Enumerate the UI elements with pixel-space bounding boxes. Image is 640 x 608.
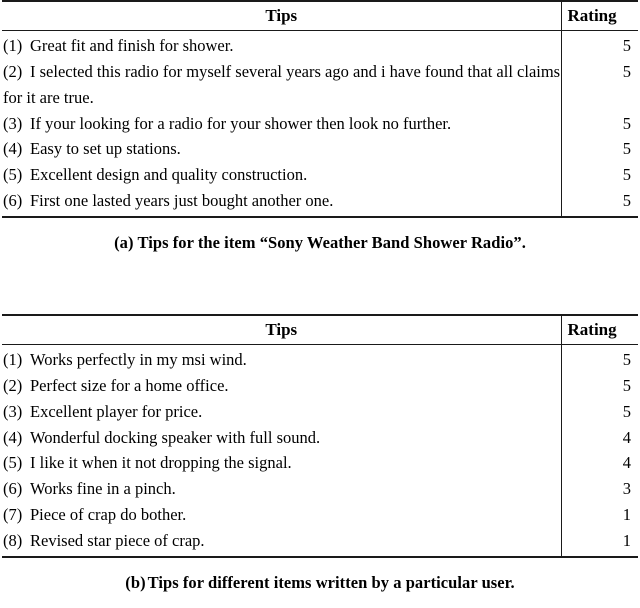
tip-text: Works fine in a pinch. [30,479,176,499]
tip-cell: (4) Wonderful docking speaker with full s… [2,425,561,451]
tip-index: (2) [3,62,23,82]
tip-text: If your looking for a radio for your sho… [30,113,452,133]
rating-cell: 5 [560,110,638,137]
table-row: (3) If your looking for a radio for your … [2,110,638,137]
tip-text: Excellent design and quality constructio… [30,165,308,185]
caption-label: (b) [125,572,146,592]
rating-cell: 3 [560,476,638,503]
tip-text: Perfect size for a home office. [30,376,229,396]
table-row: (5) I like it when it not dropping the si… [2,450,638,477]
rating-cell: 1 [560,527,638,558]
tip-index: (3) [3,401,23,421]
tips-table-a: Tips Rating (1) Great fit and finish for … [2,0,638,218]
tip-index: (5) [3,453,23,473]
tip-cell: (6) First one lasted years just bought an… [2,188,561,218]
tip-text: Excellent player for price. [30,401,203,421]
tip-text: Easy to set up stations. [30,139,181,159]
tip-text: First one lasted years just bought anoth… [30,191,334,211]
rating-cell: 5 [560,136,638,163]
tip-index: (6) [3,479,23,499]
tip-cell: (5) Excellent design and quality construc… [2,162,561,188]
tip-text: Piece of crap do bother. [30,505,187,525]
rating-cell: 5 [560,373,638,399]
tip-index: (6) [3,191,23,211]
table-header-a: Tips Rating [2,0,638,32]
tip-cell: (4) Easy to set up stations. [2,136,561,162]
tip-cell: (1) Works perfectly in my msi wind. [2,345,561,373]
tip-text: Great fit and finish for shower. [30,36,234,56]
caption-text: Tips for different items written by a pa… [147,572,515,592]
tip-cell: (5) I like it when it not dropping the si… [2,450,561,476]
tip-cell: (2) I selected this radio for myself seve… [2,59,561,111]
table-header-b: Tips Rating [2,314,638,346]
table-row: (4) Wonderful docking speaker with full s… [2,424,638,451]
column-header-rating: Rating [560,314,638,346]
figure-b: Tips Rating (1) Works perfectly in my msi… [0,314,640,593]
document-page: Tips Rating (1) Great fit and finish for … [0,0,640,608]
tip-index: (3) [3,113,23,133]
tip-text: Works perfectly in my msi wind. [30,350,247,370]
tip-index: (4) [3,427,23,447]
tip-index: (5) [3,165,23,185]
table-row: (6) Works fine in a pinch. 3 [2,476,638,503]
rating-cell: 4 [560,424,638,451]
header-row: Tips Rating [2,314,638,346]
table-row: (2) I selected this radio for myself seve… [2,59,638,111]
table-row: (7) Piece of crap do bother. 1 [2,502,638,528]
column-header-tips: Tips [2,314,561,346]
rating-cell: 5 [560,398,638,425]
tip-text: I selected this radio for myself several… [3,62,561,107]
tip-text: Revised star piece of crap. [30,530,205,550]
tip-index: (7) [3,505,23,525]
tip-text: Wonderful docking speaker with full soun… [30,427,321,447]
tip-index: (2) [3,376,23,396]
caption-label: (a) [114,232,134,252]
tip-cell: (7) Piece of crap do bother. [2,502,561,528]
tip-index: (4) [3,139,23,159]
table-body-b: (1) Works perfectly in my msi wind. 5 (2)… [2,344,638,558]
column-header-tips: Tips [2,0,561,32]
rating-cell: 5 [560,30,638,60]
table-row: (6) First one lasted years just bought an… [2,188,638,218]
tip-text: I like it when it not dropping the signa… [30,453,292,473]
table-row: (3) Excellent player for price. 5 [2,398,638,425]
tip-index: (8) [3,530,23,550]
tip-cell: (2) Perfect size for a home office. [2,373,561,399]
table-row: (1) Great fit and finish for shower. 5 [2,30,638,60]
table-row: (5) Excellent design and quality construc… [2,162,638,189]
rating-cell: 5 [560,344,638,374]
tip-cell: (6) Works fine in a pinch. [2,476,561,502]
table-row: (4) Easy to set up stations. 5 [2,136,638,163]
rating-cell: 1 [560,502,638,528]
caption-text: Tips for the item “Sony Weather Band Sho… [137,232,526,252]
figure-a: Tips Rating (1) Great fit and finish for … [0,0,640,253]
column-header-rating: Rating [560,0,638,32]
rating-cell: 5 [560,188,638,218]
header-row: Tips Rating [2,0,638,32]
table-row: (8) Revised star piece of crap. 1 [2,527,638,558]
tip-cell: (3) Excellent player for price. [2,399,561,425]
tip-cell: (3) If your looking for a radio for your … [2,111,561,137]
figure-caption-b: (b) Tips for different items written by a… [0,558,640,593]
rating-cell: 5 [560,162,638,189]
tips-table-b: Tips Rating (1) Works perfectly in my msi… [2,314,638,558]
tip-index: (1) [3,36,23,56]
table-row: (1) Works perfectly in my msi wind. 5 [2,344,638,374]
tip-cell: (1) Great fit and finish for shower. [2,31,561,59]
rating-cell: 4 [560,450,638,477]
table-body-a: (1) Great fit and finish for shower. 5 (2… [2,30,638,218]
rating-cell: 5 [560,59,638,111]
tip-cell: (8) Revised star piece of crap. [2,527,561,558]
table-row: (2) Perfect size for a home office. 5 [2,373,638,399]
figure-caption-a: (a) Tips for the item “Sony Weather Band … [0,218,640,253]
tip-index: (1) [3,350,23,370]
